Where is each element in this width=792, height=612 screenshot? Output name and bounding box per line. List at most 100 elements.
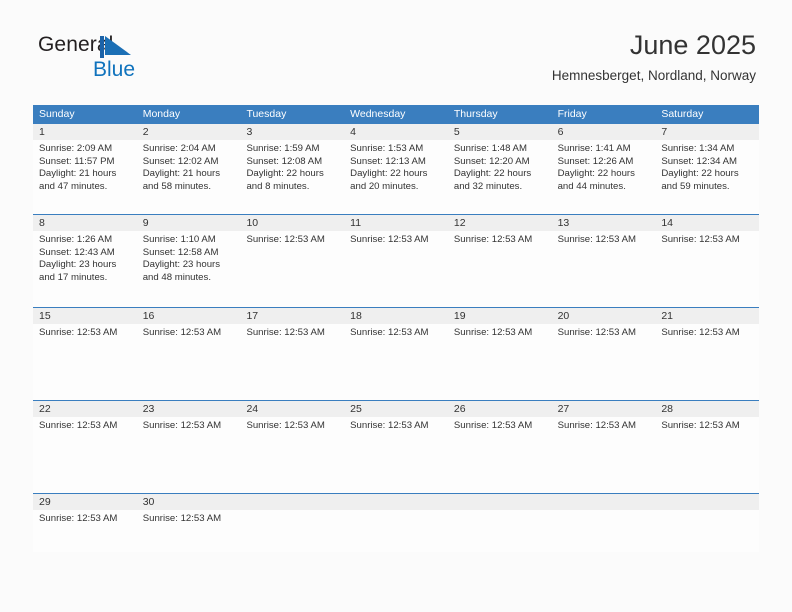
day-detail-line: and 17 minutes. [39,271,108,283]
day-detail-band: Sunrise: 12:53 AM Sunrise: 12:53 AM Sunris… [33,417,759,493]
day-number[interactable]: 9 [137,215,241,231]
day-detail-line: Sunrise: 1:53 AM [350,143,424,154]
day-detail-line: Sunset: 12:02 AM [142,155,219,167]
day-number-band: 22 23 24 25 26 27 28 [33,401,759,417]
day-number[interactable]: 24 [240,401,344,417]
day-number[interactable]: 29 [33,494,137,510]
day-detail-line: and 48 minutes. [142,271,211,283]
day-number[interactable]: 13 [552,215,656,231]
day-detail-band: Sunrise: 2:09 AM Sunset: 11:57 PM Daylight… [33,140,759,214]
day-cell[interactable]: Sunrise: 1:10 AM Sunset: 12:58 AM Daylight… [137,231,241,307]
weekday-thursday: Thursday [453,108,498,120]
day-cell[interactable]: Sunrise: 12:53 AM [240,417,344,493]
day-number[interactable]: 6 [552,124,656,140]
day-number[interactable]: 20 [552,308,656,324]
day-number[interactable]: 10 [240,215,344,231]
day-cell[interactable]: Sunrise: 1:34 AM Sunset: 12:34 AM Daylight… [655,140,759,214]
day-number[interactable]: 12 [448,215,552,231]
day-detail-line: Sunrise: 1:10 AM [142,234,216,245]
day-number[interactable]: 11 [344,215,448,231]
day-cell[interactable]: Sunrise: 12:53 AM [344,324,448,400]
day-number[interactable]: 16 [137,308,241,324]
day-cell[interactable]: Sunrise: 1:41 AM Sunset: 12:26 AM Daylight… [552,140,656,214]
day-detail-line: Sunrise: 12:53 AM [661,327,740,338]
day-cell[interactable]: Sunrise: 2:09 AM Sunset: 11:57 PM Daylight… [33,140,137,214]
day-cell[interactable]: Sunrise: 12:53 AM [448,324,552,400]
day-detail-line: Sunrise: 12:53 AM [350,234,429,245]
day-cell[interactable]: Sunrise: 12:53 AM [552,324,656,400]
day-cell[interactable]: Sunrise: 12:53 AM [655,417,759,493]
day-detail-line: Sunrise: 12:53 AM [142,513,222,524]
day-number[interactable]: 28 [655,401,759,417]
weekday-tuesday: Tuesday [246,108,287,120]
day-cell[interactable]: Sunrise: 12:53 AM [240,231,344,307]
day-number[interactable]: 25 [344,401,448,417]
day-cell[interactable]: Sunrise: 2:04 AM Sunset: 12:02 AM Daylight… [137,140,241,214]
day-number[interactable]: 21 [655,308,759,324]
day-cell[interactable]: Sunrise: 12:53 AM [552,231,656,307]
day-cell[interactable]: Sunrise: 12:53 AM [655,324,759,400]
day-number[interactable]: 15 [33,308,137,324]
day-number[interactable]: 3 [240,124,344,140]
day-cell[interactable]: Sunrise: 12:53 AM [552,417,656,493]
day-cell[interactable]: Sunrise: 12:53 AM [448,231,552,307]
day-number[interactable]: 7 [655,124,759,140]
day-number[interactable]: 23 [137,401,241,417]
day-cell[interactable]: Sunrise: 12:53 AM [655,231,759,307]
day-number[interactable]: 17 [240,308,344,324]
day-number[interactable]: 22 [33,401,137,417]
day-number[interactable]: 2 [137,124,241,140]
day-detail-line: Sunrise: 12:53 AM [246,327,325,338]
day-number[interactable]: 27 [552,401,656,417]
day-detail-line: Daylight: 22 hours [246,168,324,180]
day-number[interactable]: 8 [33,215,137,231]
day-number[interactable]: 19 [448,308,552,324]
day-number[interactable]: 4 [344,124,448,140]
day-cell[interactable]: Sunrise: 12:53 AM [137,510,241,552]
day-number[interactable]: 26 [448,401,552,417]
day-detail-line: Sunset: 12:26 AM [557,155,634,167]
location-subtitle: Hemnesberget, Nordland, Norway [551,68,756,83]
brand-name-blue: Blue [93,58,136,81]
day-cell[interactable]: Sunrise: 12:53 AM [137,417,241,493]
day-detail-line: and 44 minutes. [557,180,626,192]
day-detail-line: Sunrise: 2:04 AM [142,143,216,154]
day-detail-line: and 47 minutes. [39,180,108,192]
day-detail-line: Daylight: 22 hours [350,168,428,180]
day-number[interactable]: 30 [137,494,241,510]
day-cell[interactable]: Sunrise: 12:53 AM [33,510,137,552]
day-detail-line: Sunrise: 1:48 AM [453,143,527,154]
day-cell-empty [344,510,448,552]
brand-logo[interactable]: General Blue [38,34,208,84]
day-cell[interactable]: Sunrise: 12:53 AM [137,324,241,400]
day-number[interactable]: 18 [344,308,448,324]
day-number[interactable]: 1 [33,124,137,140]
day-cell[interactable]: Sunrise: 12:53 AM [33,417,137,493]
day-cell[interactable]: Sunrise: 12:53 AM [33,324,137,400]
day-number-band: 15 16 17 18 19 20 21 [33,308,759,324]
day-detail-line: Sunrise: 12:53 AM [661,420,740,431]
day-detail-line: Sunrise: 12:53 AM [39,513,118,524]
day-detail-line: Daylight: 21 hours [142,168,221,180]
day-detail-line: and 58 minutes. [142,180,211,192]
day-cell[interactable]: Sunrise: 1:59 AM Sunset: 12:08 AM Daylight… [240,140,344,214]
day-detail-line: Sunrise: 12:53 AM [142,420,222,431]
day-number[interactable]: 5 [448,124,552,140]
day-detail-line: Sunrise: 12:53 AM [350,420,429,431]
day-cell[interactable]: Sunrise: 1:53 AM Sunset: 12:13 AM Daylight… [344,140,448,214]
day-cell-empty [655,510,759,552]
day-cell[interactable]: Sunrise: 12:53 AM [448,417,552,493]
day-detail-line: Sunrise: 12:53 AM [39,327,118,338]
day-number-empty [448,494,552,510]
day-cell[interactable]: Sunrise: 1:48 AM Sunset: 12:20 AM Daylight… [448,140,552,214]
day-number[interactable]: 14 [655,215,759,231]
day-cell[interactable]: Sunrise: 12:53 AM [344,231,448,307]
day-number-band: 8 9 10 11 12 13 14 [33,215,759,231]
brand-logo-row-top: General [38,34,208,58]
day-detail-band: Sunrise: 12:53 AM Sunrise: 12:53 AM Sunris… [33,324,759,400]
day-cell[interactable]: Sunrise: 1:26 AM Sunset: 12:43 AM Daylight… [33,231,137,307]
day-cell[interactable]: Sunrise: 12:53 AM [240,324,344,400]
calendar-week-row: 8 9 10 11 12 13 14 Sunrise: 1:26 AM Sunset: 12:4… [33,214,759,307]
day-detail-line: Sunset: 12:08 AM [246,155,323,167]
day-cell[interactable]: Sunrise: 12:53 AM [344,417,448,493]
